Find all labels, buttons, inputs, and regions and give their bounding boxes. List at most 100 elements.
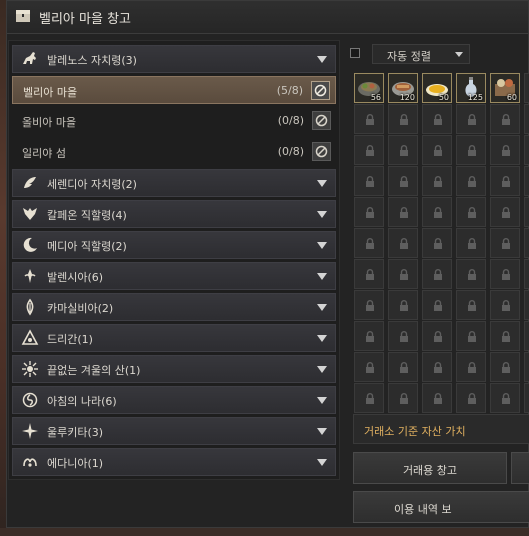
button-label: 이용 내역 보 [394,503,452,516]
region-row-calpheon[interactable]: 칼페온 직할령(4) [12,200,336,228]
storage-slot-locked[interactable] [354,104,384,134]
storage-slot-locked[interactable] [422,259,452,289]
storage-slot-locked[interactable] [524,290,529,320]
storage-slot-locked[interactable] [422,104,452,134]
storage-slot-locked[interactable] [422,383,452,413]
storage-slot-locked[interactable] [354,228,384,258]
storage-slot-locked[interactable] [490,383,520,413]
storage-slot-locked[interactable] [524,321,529,351]
storage-slot-locked[interactable] [524,104,529,134]
region-row-land-of-morning-light[interactable]: 아침의 나라(6) [12,386,336,414]
storage-slot-locked[interactable] [456,104,486,134]
storage-slot-locked[interactable] [354,352,384,382]
storage-slot-locked[interactable] [490,352,520,382]
region-label: 카마실비아(2) [47,302,114,315]
region-row-mediah[interactable]: 메디아 직할령(2) [12,231,336,259]
storage-slot-locked[interactable] [524,166,529,196]
storage-slot-locked[interactable] [456,259,486,289]
storage-slot-locked[interactable] [490,104,520,134]
storage-slot-item[interactable]: 120 [388,73,418,103]
storage-slot-locked[interactable] [490,166,520,196]
storage-slot-locked[interactable] [354,135,384,165]
market-storage-button[interactable]: 거래용 창고 [353,452,507,484]
storage-slot-locked[interactable] [456,135,486,165]
storage-slot-locked[interactable] [456,352,486,382]
region-row-drieghan[interactable]: 드리간(1) [12,324,336,352]
region-row-kamasylvia[interactable]: 카마실비아(2) [12,293,336,321]
storage-slot-locked[interactable] [524,352,529,382]
region-row-serendia[interactable]: 세렌디아 자치령(2) [12,169,336,197]
storage-slot-locked[interactable] [388,104,418,134]
storage-slot-locked[interactable] [388,290,418,320]
secondary-storage-button[interactable] [511,452,529,484]
storage-slot-locked[interactable] [388,166,418,196]
storage-slot-locked[interactable] [490,197,520,227]
storage-slot-locked[interactable] [388,352,418,382]
storage-slot-locked[interactable] [456,383,486,413]
storage-slot-locked[interactable] [490,135,520,165]
storage-slot-locked[interactable] [354,197,384,227]
storage-slot-locked[interactable] [490,290,520,320]
storage-slot-locked[interactable] [422,290,452,320]
region-row-balenos[interactable]: 발레노스 자치령(3) [12,45,336,73]
storage-slot-locked[interactable] [422,228,452,258]
storage-slot-item[interactable]: 60 [490,73,520,103]
storage-slot-locked[interactable] [422,135,452,165]
auto-sort-dropdown[interactable]: 자동 정렬 [372,44,470,64]
storage-slot-locked[interactable] [524,197,529,227]
storage-slot-item[interactable]: 56 [354,73,384,103]
storage-slot-locked[interactable] [524,383,529,413]
storage-slot-locked[interactable] [388,383,418,413]
storage-slot-locked[interactable] [388,197,418,227]
storage-slot-locked[interactable] [388,135,418,165]
select-all-checkbox[interactable] [350,48,360,58]
storage-slot-locked[interactable] [490,321,520,351]
town-row-olvia[interactable]: 올비아 마을 (0/8) [12,107,336,135]
region-label: 발레노스 자치령(3) [47,54,137,67]
storage-locate-button[interactable] [311,81,330,100]
lock-icon [468,269,476,280]
storage-slot-locked[interactable] [388,228,418,258]
storage-locate-button[interactable] [312,142,331,161]
storage-slot-locked[interactable] [354,166,384,196]
region-label: 끝없는 겨울의 산(1) [47,364,141,377]
region-row-valencia[interactable]: 발렌시아(6) [12,262,336,290]
storage-slot-locked[interactable] [456,228,486,258]
storage-slot-empty[interactable] [524,73,529,103]
storage-slot-locked[interactable] [422,166,452,196]
storage-slot-locked[interactable] [354,259,384,289]
title-bar[interactable]: 벨리아 마을 창고 [7,1,528,34]
storage-locate-button[interactable] [312,111,331,130]
storage-slot-locked[interactable] [354,383,384,413]
storage-slot-locked[interactable] [422,321,452,351]
region-row-ulukita[interactable]: 울루키타(3) [12,417,336,445]
lock-icon [400,176,408,187]
storage-slot-locked[interactable] [388,321,418,351]
storage-slot-locked[interactable] [354,290,384,320]
storage-slot-locked[interactable] [524,259,529,289]
lock-icon [502,176,510,187]
storage-slot-locked[interactable] [422,197,452,227]
storage-slot-locked[interactable] [422,352,452,382]
usage-history-button[interactable]: 이용 내역 보 [353,491,529,523]
lock-icon [434,145,442,156]
storage-slot-item[interactable]: 50 [422,73,452,103]
storage-slot-locked[interactable] [456,321,486,351]
storage-slot-locked[interactable] [524,228,529,258]
storage-slot-locked[interactable] [490,228,520,258]
region-row-mountain-of-eternal-winter[interactable]: 끝없는 겨울의 산(1) [12,355,336,383]
storage-slot-locked[interactable] [354,321,384,351]
storage-slot-locked[interactable] [524,135,529,165]
storage-slot-locked[interactable] [388,259,418,289]
storage-slot-locked[interactable] [456,290,486,320]
region-row-edania[interactable]: 에다니아(1) [12,448,336,476]
town-row-velia[interactable]: 벨리아 마을 (5/8) [12,76,336,104]
lock-icon [434,176,442,187]
storage-slot-item[interactable]: 125 [456,73,486,103]
storage-slot-locked[interactable] [456,166,486,196]
lock-icon [434,238,442,249]
storage-slot-locked[interactable] [456,197,486,227]
storage-slot-locked[interactable] [490,259,520,289]
town-row-iliya[interactable]: 일리야 섬 (0/8) [12,138,336,166]
storage-slot-grid: 56 120 50 125 60 [354,73,529,413]
